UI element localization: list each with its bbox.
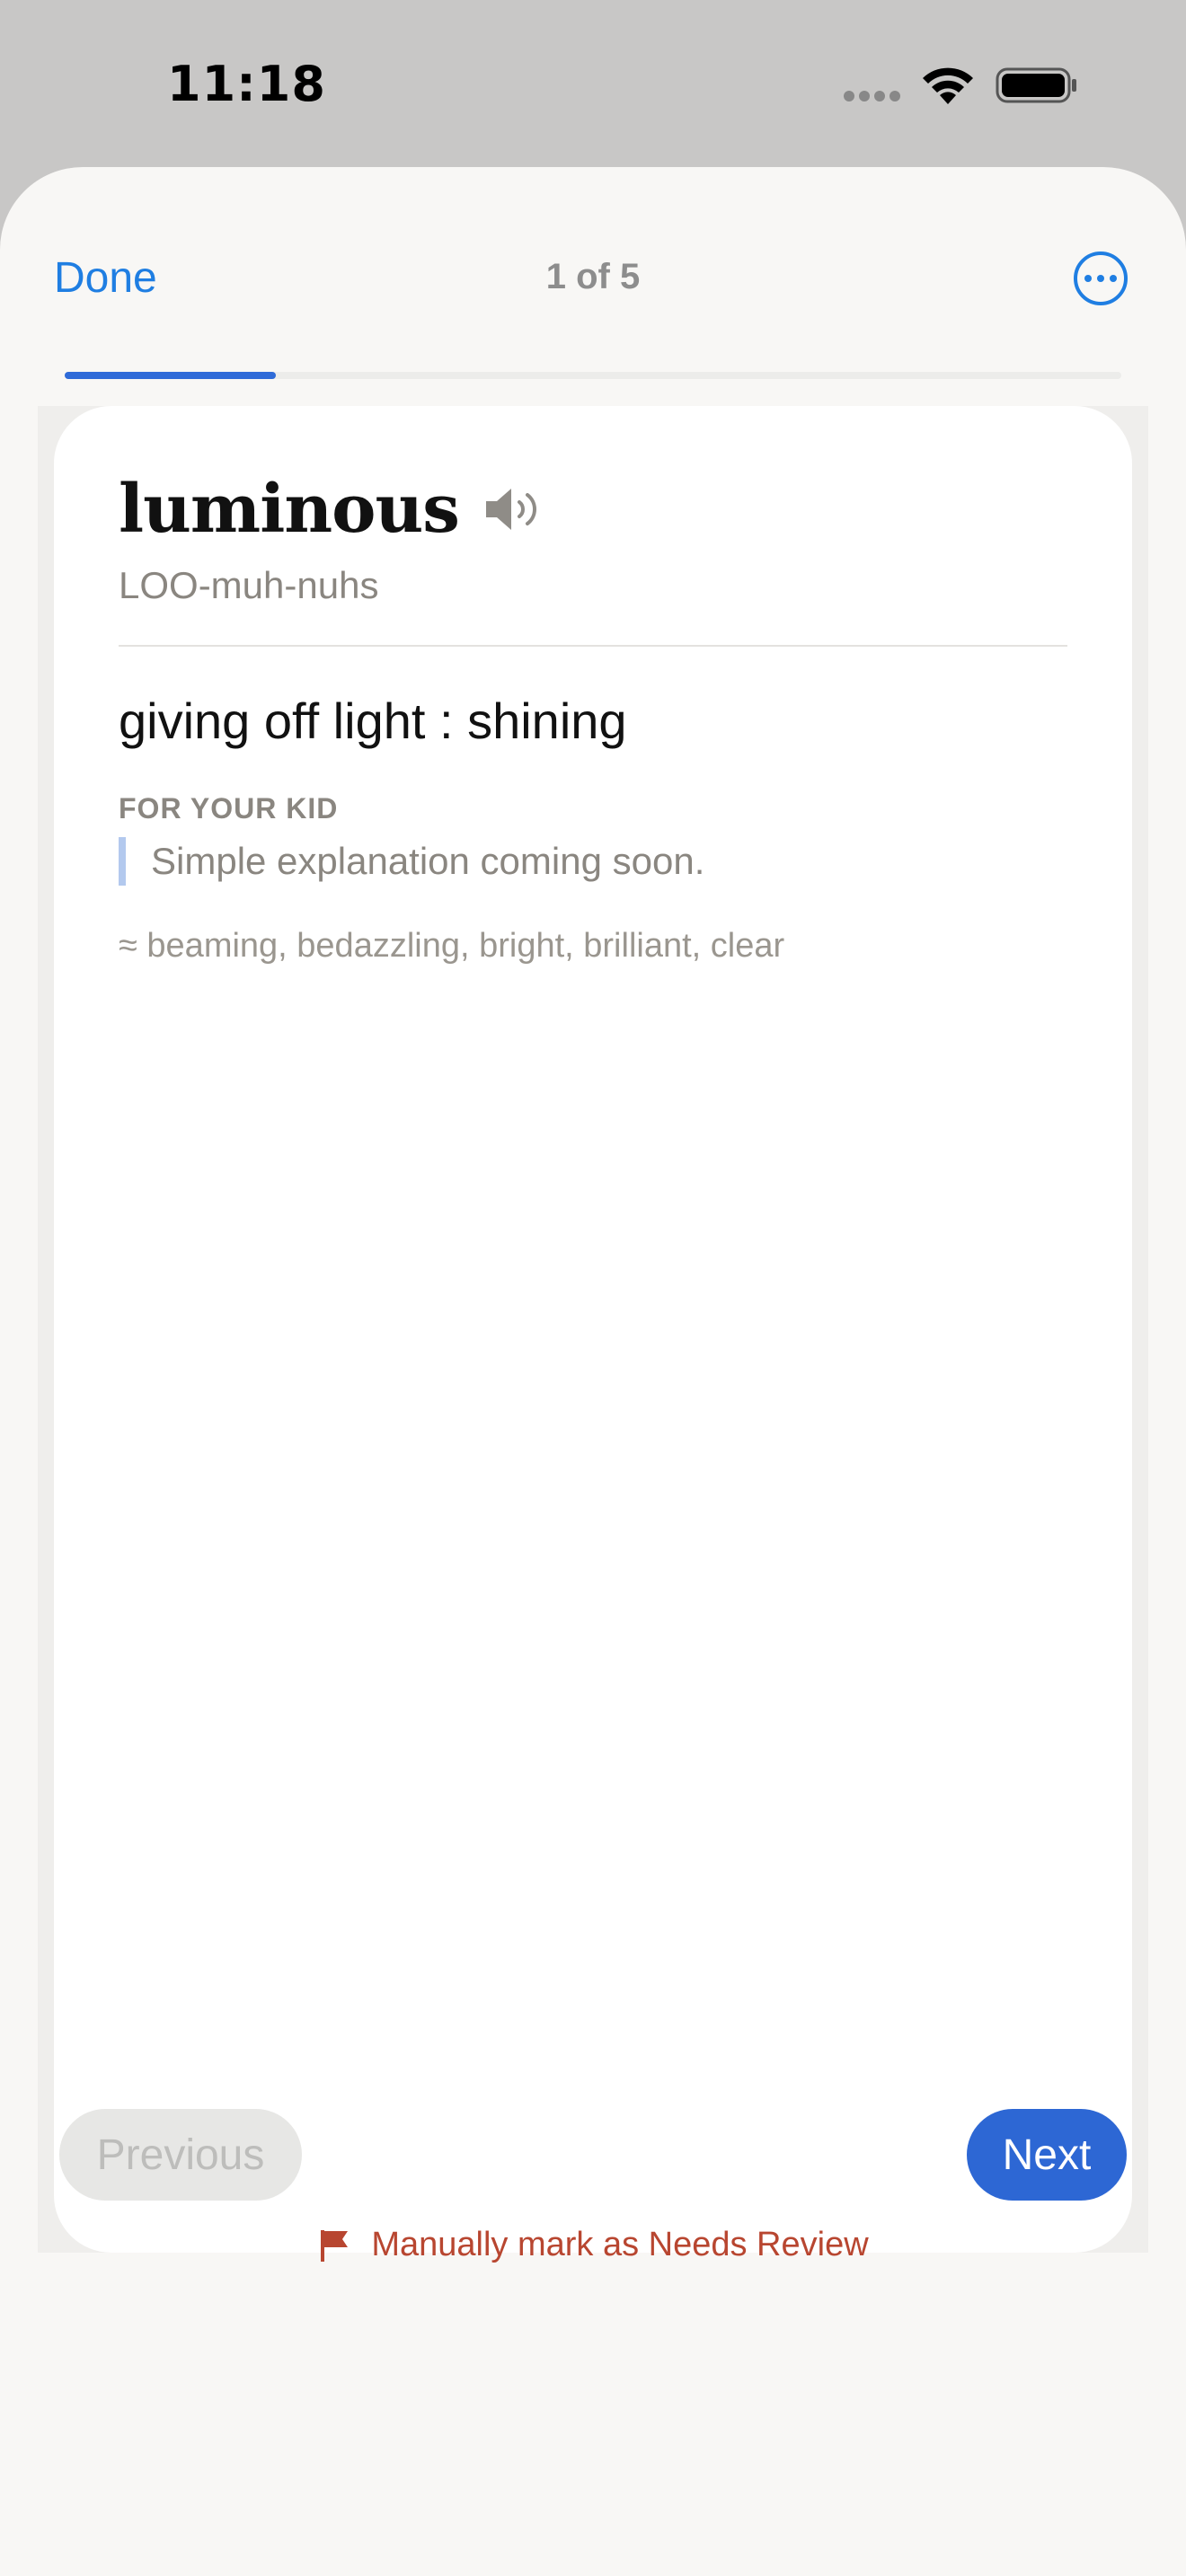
flag-icon [321, 2229, 349, 2262]
card-area: luminous LOO-muh-nuhs giving off light :… [38, 406, 1148, 2253]
word-row: luminous [119, 471, 547, 548]
ellipsis-dot [1110, 275, 1117, 282]
progress-fill [65, 372, 277, 379]
definition: giving off light : shining [119, 693, 627, 749]
ellipsis-dot [1084, 275, 1092, 282]
previous-button[interactable]: Previous [59, 2109, 302, 2201]
synonyms: ≈ beaming, bedazzling, bright, brilliant… [119, 927, 785, 965]
battery-icon [996, 67, 1076, 103]
card-counter: 1 of 5 [545, 257, 641, 296]
pronunciation: LOO-muh-nuhs [119, 564, 379, 606]
wifi-icon [923, 67, 973, 104]
cellular-signal-icon [844, 91, 900, 101]
status-bar: 11:18 [0, 0, 1186, 167]
progress-bar [65, 372, 1121, 379]
word-card: luminous LOO-muh-nuhs giving off light :… [54, 406, 1132, 2253]
kid-explanation: Simple explanation coming soon. [119, 837, 704, 886]
flashcard-sheet: Done 1 of 5 luminous LOO-muh-nuhs giving… [0, 167, 1186, 2576]
kid-section-label: FOR YOUR KID [119, 792, 339, 825]
speaker-icon [485, 489, 536, 530]
next-button[interactable]: Next [967, 2109, 1127, 2201]
word-title: luminous [119, 471, 460, 548]
ellipsis-dot [1097, 275, 1104, 282]
status-icons [844, 65, 1078, 106]
status-time: 11:18 [167, 56, 326, 112]
more-options-button[interactable] [1074, 251, 1128, 305]
divider [119, 645, 1067, 647]
mark-needs-review-button[interactable]: Manually mark as Needs Review [0, 2226, 1186, 2264]
review-label: Manually mark as Needs Review [371, 2226, 869, 2263]
speaker-button[interactable] [482, 482, 547, 536]
